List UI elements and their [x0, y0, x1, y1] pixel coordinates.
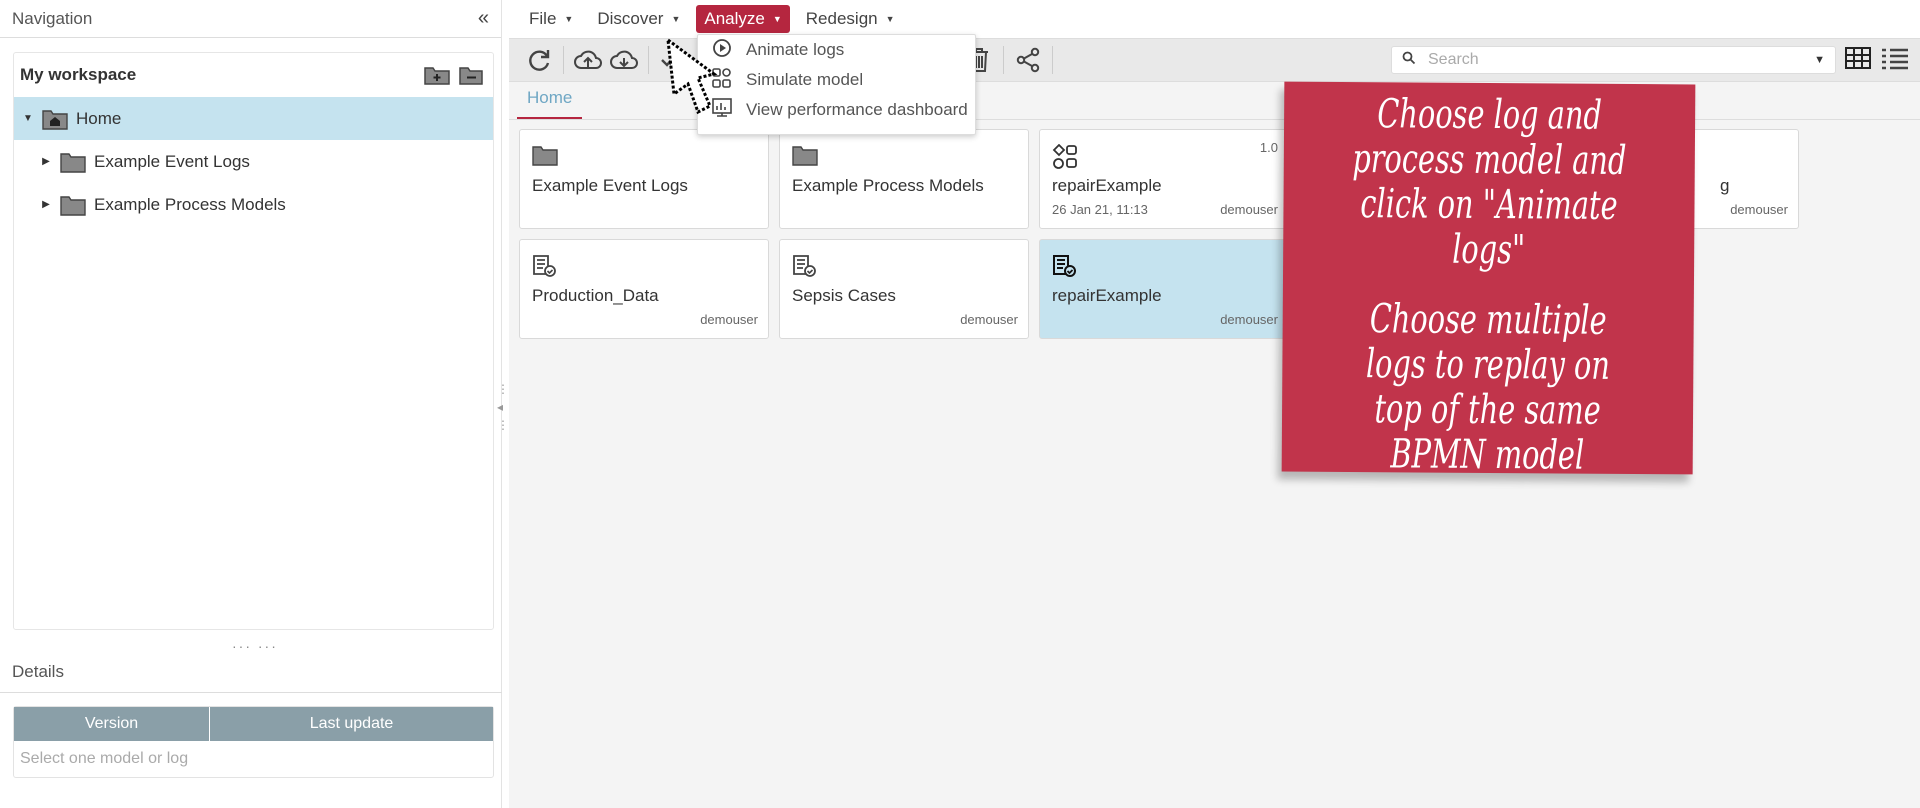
column-header-last-update[interactable]: Last update: [210, 707, 493, 741]
menu-item-simulate-model[interactable]: Simulate model: [698, 65, 975, 95]
search-placeholder: Search: [1428, 51, 1479, 68]
card-production-data[interactable]: Production_Data demouser: [519, 239, 769, 339]
caret-down-icon[interactable]: ▼: [1814, 54, 1825, 66]
caret-down-icon[interactable]: ▼: [20, 113, 36, 124]
breadcrumb-home[interactable]: Home: [517, 88, 583, 119]
search-icon: [1402, 51, 1416, 70]
caret-right-icon[interactable]: ▶: [38, 199, 54, 210]
search-input[interactable]: Search ▼: [1391, 46, 1836, 74]
card-name: repairExample: [1052, 176, 1162, 195]
note-line-1: Choose log and process model and click o…: [1352, 91, 1627, 274]
folder-icon: [60, 194, 86, 216]
caret-down-icon: ▼: [772, 14, 782, 24]
workspace-header: My workspace: [14, 53, 493, 97]
caret-down-icon: ▼: [885, 14, 895, 24]
menu-discover[interactable]: Discover ▼: [589, 5, 688, 33]
card-owner: demouser: [1730, 202, 1788, 217]
card-date: 26 Jan 21, 11:13: [1052, 202, 1148, 217]
process-model-icon: [1052, 143, 1078, 175]
home-folder-icon: [42, 108, 68, 130]
caret-down-icon: ▼: [671, 14, 681, 24]
card-repair-example-log[interactable]: repairExample demouser: [1039, 239, 1289, 339]
remove-folder-icon[interactable]: [457, 63, 485, 87]
grid-view-icon[interactable]: [1845, 46, 1871, 75]
refresh-icon[interactable]: [521, 42, 557, 78]
card-repair-example-model[interactable]: 1.0 repairExample 26 Jan 21, 11:13 demou…: [1039, 129, 1289, 229]
card-owner: demouser: [700, 312, 758, 327]
card-name: Sepsis Cases: [792, 286, 896, 305]
main-area: File ▼ Discover ▼ Analyze ▼ Redesign ▼ S…: [509, 0, 1920, 808]
tree-item-home[interactable]: ▼ Home: [14, 97, 493, 140]
workspace-tree: My workspace ▼ Home ▶ Example Event Logs…: [13, 52, 494, 630]
event-log-icon: [532, 254, 558, 283]
details-empty-text: Select one model or log: [20, 750, 189, 767]
card-owner: demouser: [1220, 312, 1278, 327]
card-owner: demouser: [960, 312, 1018, 327]
navigation-panel: Navigation « My workspace ▼ Home ▶ Examp…: [0, 0, 502, 808]
collapse-panel-icon[interactable]: «: [478, 7, 489, 30]
details-table: Version Last update Select one model or …: [13, 706, 494, 778]
navigation-header: Navigation «: [0, 0, 501, 38]
tree-item-label: Example Process Models: [94, 194, 286, 214]
event-log-icon: [1052, 254, 1078, 283]
card-example-event-logs[interactable]: Example Event Logs: [519, 129, 769, 229]
analyze-dropdown-menu: Animate logs Simulate model View perform…: [697, 34, 976, 135]
menu-item-animate-logs[interactable]: Animate logs: [698, 35, 975, 65]
folder-icon: [792, 144, 818, 171]
menu-analyze[interactable]: Analyze ▼: [696, 5, 790, 33]
card-name: Example Process Models: [792, 176, 984, 195]
event-log-icon: [792, 254, 818, 283]
card-owner: demouser: [1220, 202, 1278, 217]
folder-icon: [60, 151, 86, 173]
caret-right-icon[interactable]: ▶: [38, 156, 54, 167]
card-name: repairExample: [1052, 286, 1162, 305]
sticky-note: Choose log and process model and click o…: [1281, 81, 1696, 479]
tree-item-example-event-logs[interactable]: ▶ Example Event Logs: [14, 140, 493, 183]
divider: [0, 692, 502, 693]
card-name: Production_Data: [532, 286, 659, 305]
menubar: File ▼ Discover ▼ Analyze ▼ Redesign ▼: [509, 0, 1920, 38]
mouse-pointer-icon: [662, 36, 722, 125]
toolbar-separator: [648, 46, 649, 74]
panel-splitter[interactable]: ··· ···: [232, 638, 278, 654]
upload-icon[interactable]: [570, 42, 606, 78]
list-view-icon[interactable]: [1881, 46, 1909, 75]
tree-item-label: Example Event Logs: [94, 151, 250, 171]
note-line-2: Choose multiple logs to replay on top of…: [1365, 296, 1611, 479]
card-version: 1.0: [1259, 140, 1278, 155]
tree-item-label: Home: [76, 108, 122, 128]
menu-redesign[interactable]: Redesign ▼: [798, 5, 903, 33]
card-name: g: [1720, 176, 1730, 195]
toolbar-separator: [563, 46, 564, 74]
menu-item-view-performance-dashboard[interactable]: View performance dashboard: [698, 95, 975, 125]
resize-handle[interactable]: ⋮ ◂ ⋮: [497, 380, 509, 434]
caret-down-icon: ▼: [564, 14, 574, 24]
workspace-title: My workspace: [20, 65, 137, 84]
column-header-version[interactable]: Version: [14, 707, 210, 741]
share-icon[interactable]: [1010, 42, 1046, 78]
navigation-title: Navigation: [12, 8, 93, 28]
add-folder-icon[interactable]: [423, 63, 451, 87]
folder-icon: [532, 144, 558, 171]
details-title: Details: [12, 662, 64, 681]
toolbar-separator: [1003, 46, 1004, 74]
tree-item-example-process-models[interactable]: ▶ Example Process Models: [14, 183, 493, 226]
app-window: Navigation « My workspace ▼ Home ▶ Examp…: [0, 0, 1920, 808]
toolbar-separator: [1052, 46, 1053, 74]
menu-file[interactable]: File ▼: [521, 5, 581, 33]
card-name: Example Event Logs: [532, 176, 688, 195]
card-sepsis-cases[interactable]: Sepsis Cases demouser: [779, 239, 1029, 339]
card-example-process-models[interactable]: Example Process Models: [779, 129, 1029, 229]
download-icon[interactable]: [606, 42, 642, 78]
